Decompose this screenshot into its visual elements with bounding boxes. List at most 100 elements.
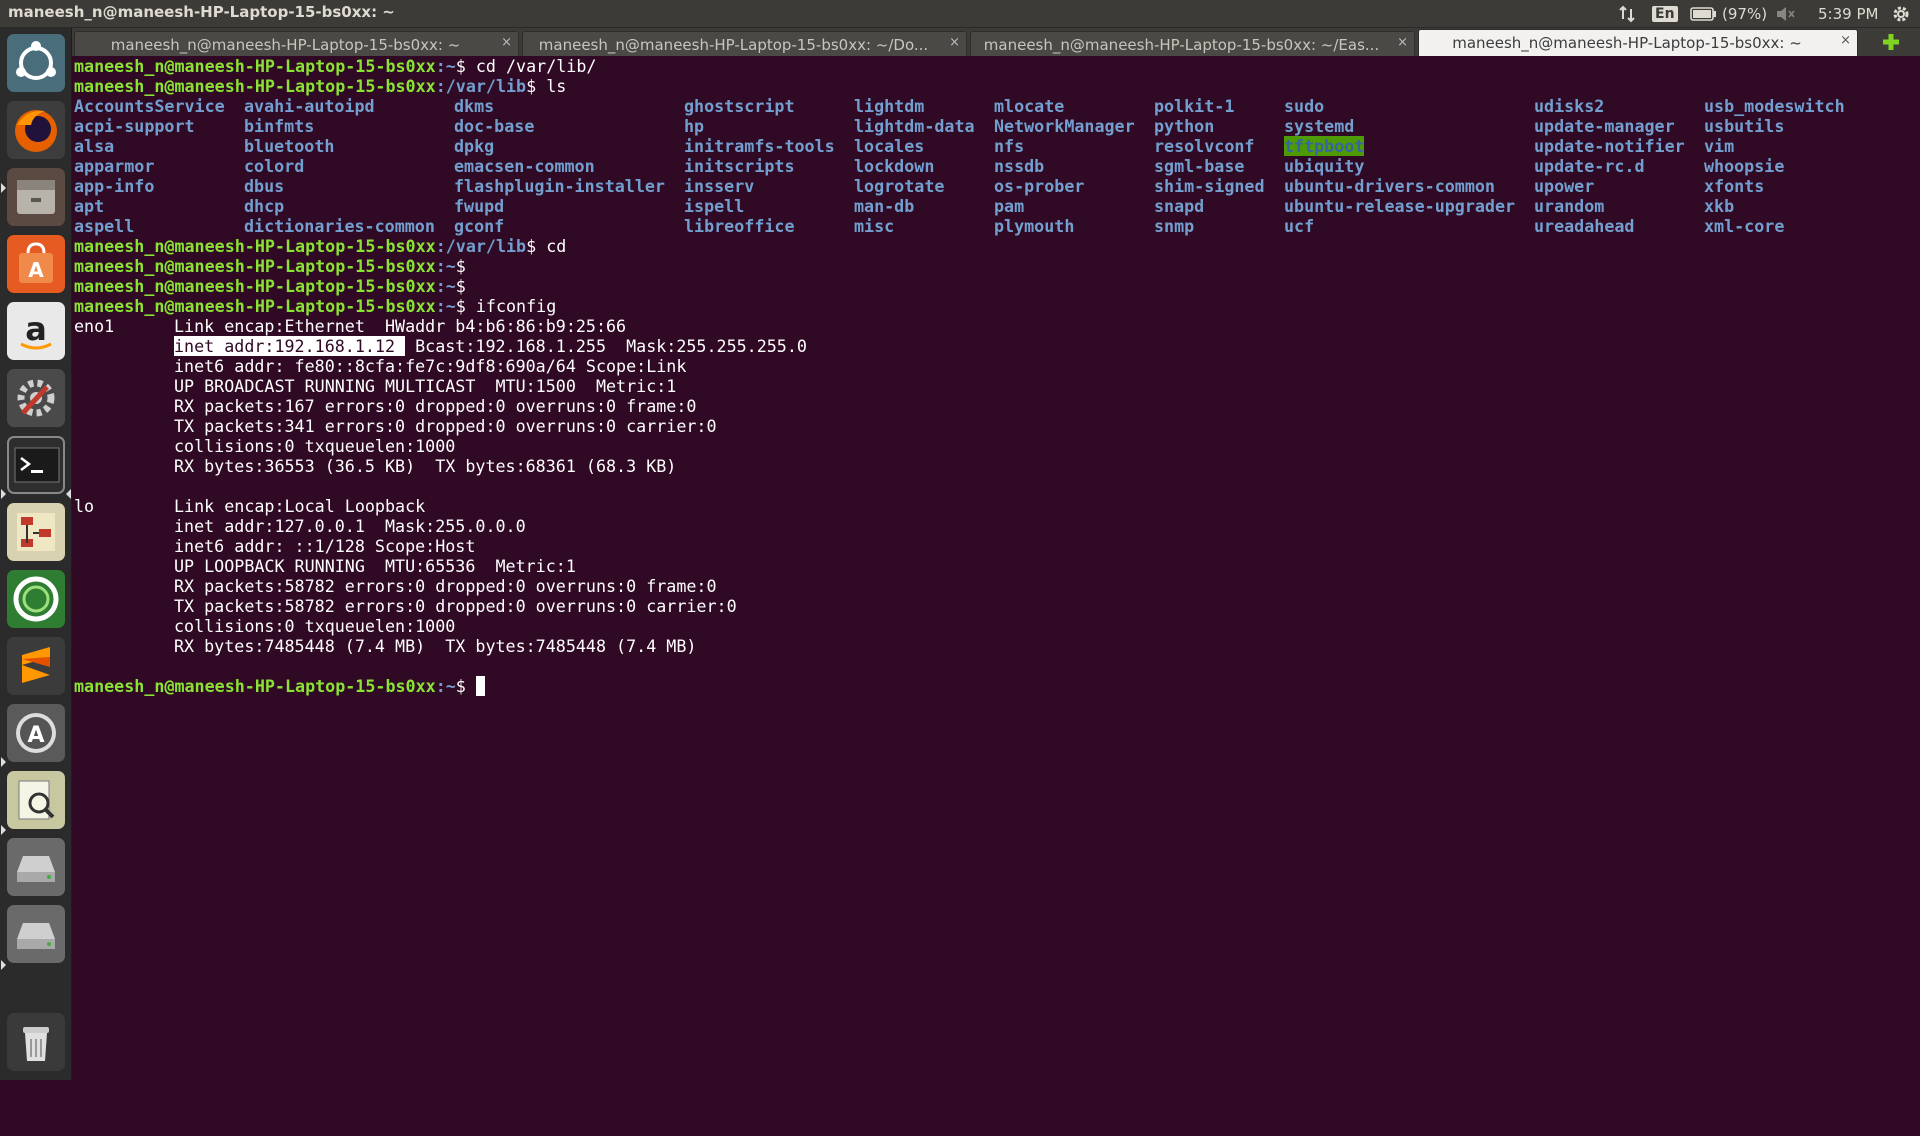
ls-entry: apparmor — [74, 156, 155, 176]
ls-entry: binfmts — [244, 116, 315, 136]
trash-icon[interactable] — [7, 1013, 65, 1071]
sublime-text-icon[interactable] — [7, 637, 65, 695]
tab-active-home[interactable]: maneesh_n@maneesh-HP-Laptop-15-bs0xx: ~ … — [1418, 29, 1858, 56]
close-icon[interactable]: × — [1840, 33, 1851, 48]
ubuntu-dash-icon[interactable] — [7, 34, 65, 92]
ls-entry: flashplugin-installer — [454, 176, 665, 196]
ls-entry: polkit-1 — [1154, 96, 1235, 116]
ifconfig-line: RX packets:58782 errors:0 dropped:0 over… — [174, 576, 717, 596]
close-icon[interactable]: × — [949, 35, 960, 50]
battery-indicator[interactable]: (97%) — [1690, 0, 1767, 28]
terminal-tab-bar: maneesh_n@maneesh-HP-Laptop-15-bs0xx: ~ … — [72, 28, 1920, 56]
ls-entry: libreoffice — [684, 216, 795, 236]
battery-icon — [1690, 7, 1716, 21]
drive-icon-2[interactable] — [7, 905, 65, 963]
top-panel: maneesh_n@maneesh-HP-Laptop-15-bs0xx: ~ … — [0, 0, 1920, 28]
ifconfig-line: RX bytes:36553 (36.5 KB) TX bytes:68361 … — [174, 456, 677, 476]
tab-documents[interactable]: maneesh_n@maneesh-HP-Laptop-15-bs0xx: ~/… — [522, 31, 967, 56]
ls-entry: logrotate — [854, 176, 945, 196]
svg-text:A: A — [28, 258, 44, 282]
terminal-output[interactable]: maneesh_n@maneesh-HP-Laptop-15-bs0xx:~$ … — [72, 56, 1918, 1080]
software-center-icon[interactable]: A — [7, 235, 65, 293]
ls-entry: nfs — [994, 136, 1025, 156]
ifconfig-line: RX bytes:7485448 (7.4 MB) TX bytes:74854… — [174, 636, 697, 656]
tab-eas[interactable]: maneesh_n@maneesh-HP-Laptop-15-bs0xx: ~/… — [970, 31, 1415, 56]
ls-entry: dkms — [454, 96, 495, 116]
ls-entry: initscripts — [684, 156, 795, 176]
ls-entry: ubiquity — [1284, 156, 1365, 176]
close-icon[interactable]: × — [501, 35, 512, 50]
ls-entry: bluetooth — [244, 136, 335, 156]
ls-entry: shim-signed — [1154, 176, 1265, 196]
terminal-icon[interactable] — [7, 436, 65, 494]
ifconfig-line: TX packets:341 errors:0 dropped:0 overru… — [174, 416, 717, 436]
running-indicator — [1, 960, 6, 970]
terminal-prompt[interactable]: maneesh_n@maneesh-HP-Laptop-15-bs0xx:~$ — [74, 676, 485, 696]
ls-entry: usbutils — [1704, 116, 1785, 136]
amazon-icon[interactable]: a — [7, 302, 65, 360]
firefox-icon[interactable] — [7, 101, 65, 159]
running-indicator — [1, 757, 6, 767]
svg-text:A: A — [27, 723, 44, 748]
ls-entry: usb_modeswitch — [1704, 96, 1845, 116]
keyboard-layout-label: En — [1652, 6, 1678, 22]
ls-entry: dpkg — [454, 136, 495, 156]
terminal-line: maneesh_n@maneesh-HP-Laptop-15-bs0xx:~$ — [74, 256, 466, 276]
ls-entry: AccountsService — [74, 96, 225, 116]
text-cursor — [475, 676, 485, 696]
running-indicator — [1, 489, 6, 499]
ls-entry: lockdown — [854, 156, 935, 176]
ls-entry: whoopsie — [1704, 156, 1785, 176]
keyboard-layout-indicator[interactable]: En — [1652, 0, 1678, 28]
ls-entry: ubuntu-release-upgrader — [1284, 196, 1516, 216]
document-viewer-icon[interactable] — [7, 771, 65, 829]
running-indicator — [1, 183, 6, 193]
ls-entry: udisks2 — [1534, 96, 1605, 116]
gear-icon[interactable] — [1890, 0, 1912, 28]
ls-entry: systemd — [1284, 116, 1355, 136]
tab-home[interactable]: maneesh_n@maneesh-HP-Laptop-15-bs0xx: ~ … — [74, 31, 519, 56]
ifconfig-line: inet addr:127.0.0.1 Mask:255.0.0.0 — [174, 516, 526, 536]
ls-entry: hp — [684, 116, 705, 136]
volume-muted-icon[interactable] — [1775, 0, 1797, 28]
ifconfig-iface-eno1: eno1 — [74, 316, 115, 336]
ls-entry: snapd — [1154, 196, 1205, 216]
ls-entry: tftpboot — [1284, 136, 1365, 156]
ls-entry: plymouth — [994, 216, 1075, 236]
ifconfig-line: Link encap:Local Loopback — [174, 496, 426, 516]
drive-icon[interactable] — [7, 838, 65, 896]
ls-entry: initramfs-tools — [684, 136, 835, 156]
ls-entry: xkb — [1704, 196, 1735, 216]
ifconfig-iface-lo: lo — [74, 496, 95, 516]
ls-entry: lightdm-data — [854, 116, 975, 136]
ifconfig-line: RX packets:167 errors:0 dropped:0 overru… — [174, 396, 697, 416]
ls-entry: dbus — [244, 176, 285, 196]
selected-text[interactable]: inet addr:192.168.1.12 — [174, 336, 406, 356]
ls-entry: xml-core — [1704, 216, 1785, 236]
ls-entry: xfonts — [1704, 176, 1765, 196]
ls-entry: man-db — [854, 196, 915, 216]
ls-entry: update-rc.d — [1534, 156, 1645, 176]
ifconfig-inet-line: inet addr:192.168.1.12 Bcast:192.168.1.2… — [174, 336, 807, 356]
diagram-editor-icon[interactable] — [7, 503, 65, 561]
qbittorrent-icon[interactable] — [7, 570, 65, 628]
new-tab-plus-icon[interactable] — [1880, 31, 1902, 53]
ls-entry: colord — [244, 156, 305, 176]
ls-entry: app-info — [74, 176, 155, 196]
terminal-line: maneesh_n@maneesh-HP-Laptop-15-bs0xx:~$ — [74, 276, 466, 296]
battery-percent: (97%) — [1722, 5, 1768, 23]
system-settings-icon[interactable] — [7, 369, 65, 427]
ls-entry: insserv — [684, 176, 755, 196]
software-updater-icon[interactable]: A — [7, 704, 65, 762]
focused-indicator — [66, 489, 71, 499]
tab-label: maneesh_n@maneesh-HP-Laptop-15-bs0xx: ~/… — [983, 36, 1380, 54]
ls-entry: sgml-base — [1154, 156, 1245, 176]
files-icon[interactable] — [7, 168, 65, 226]
close-icon[interactable]: × — [1397, 35, 1408, 50]
network-transfer-icon[interactable] — [1617, 0, 1637, 28]
ifconfig-line: inet6 addr: ::1/128 Scope:Host — [174, 536, 476, 556]
ls-entry: aspell — [74, 216, 135, 236]
clock[interactable]: 5:39 PM — [1818, 0, 1878, 28]
ifconfig-line: UP BROADCAST RUNNING MULTICAST MTU:1500 … — [174, 376, 677, 396]
ls-entry: misc — [854, 216, 895, 236]
